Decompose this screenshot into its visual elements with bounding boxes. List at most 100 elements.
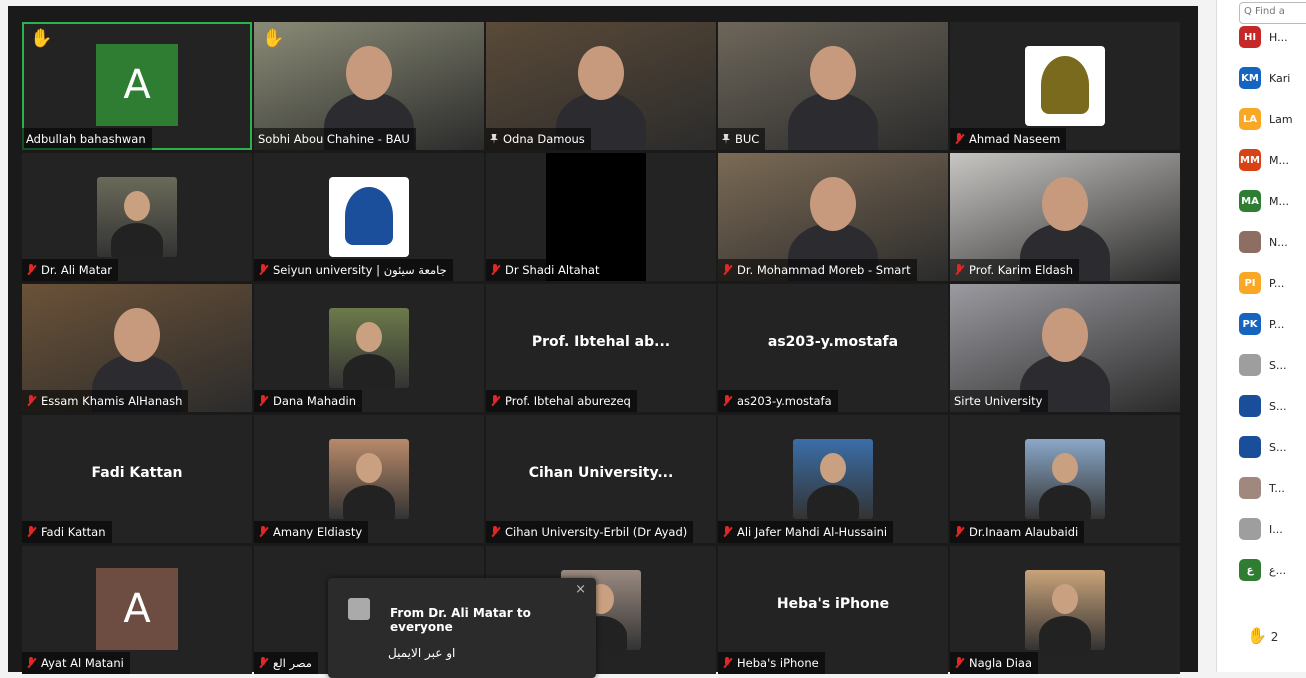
close-icon[interactable]: × xyxy=(575,582,586,597)
participants-panel: Q Find a HI H... KM Kari LA Lam MM M... MA M... N.… xyxy=(1216,0,1306,672)
participant-name: BUC xyxy=(735,132,760,146)
participant-badge xyxy=(1239,354,1261,376)
person-head xyxy=(810,46,856,100)
participant-photo xyxy=(329,439,409,519)
organization-logo xyxy=(1025,46,1105,126)
participant-tile[interactable]: A Ayat Al Matani xyxy=(22,546,252,674)
participant-name-label: Dr.Inaam Alaubaidi xyxy=(950,521,1085,543)
participant-display-name: Cihan University... xyxy=(528,465,674,481)
participant-badge: HI xyxy=(1239,26,1261,48)
organization-logo xyxy=(329,177,409,257)
participant-name: Dr. Mohammad Moreb - Smart xyxy=(737,263,911,277)
participant-tile[interactable]: Cihan University... Cihan University-Erbi… xyxy=(486,415,716,543)
participant-list-item[interactable]: KM Kari xyxy=(1239,67,1290,89)
participant-badge: LA xyxy=(1239,108,1261,130)
search-input[interactable]: Q Find a xyxy=(1239,2,1306,24)
participant-name: Ayat Al Matani xyxy=(41,656,124,670)
participant-list-item[interactable]: S... xyxy=(1239,436,1286,458)
participant-tile[interactable]: Odna Damous xyxy=(486,22,716,150)
participant-avatar: A xyxy=(96,44,178,126)
participant-list-item[interactable]: S... xyxy=(1239,354,1286,376)
participant-name-label: Heba's iPhone xyxy=(718,652,825,674)
participant-name-label: Prof. Ibtehal aburezeq xyxy=(486,390,637,412)
participant-tile[interactable]: Heba's iPhone Heba's iPhone xyxy=(718,546,948,674)
participant-name: Adbullah bahashwan xyxy=(26,132,146,146)
participant-name-label: as203-y.mostafa xyxy=(718,390,838,412)
participant-tile[interactable]: as203-y.mostafa as203-y.mostafa xyxy=(718,284,948,412)
participant-name-label: Dana Mahadin xyxy=(254,390,362,412)
raised-hands-count: 2 xyxy=(1270,630,1279,644)
participant-name: Heba's iPhone xyxy=(737,656,819,670)
participant-tile[interactable]: Sirte University xyxy=(950,284,1180,412)
participant-tile[interactable]: Ali Jafer Mahdi Al-Hussaini xyxy=(718,415,948,543)
participant-tile[interactable]: Dana Mahadin xyxy=(254,284,484,412)
participant-list-name: ع... xyxy=(1269,563,1287,577)
participant-photo xyxy=(97,177,177,257)
participant-list-item[interactable]: LA Lam xyxy=(1239,108,1293,130)
participant-list-item[interactable]: MM M... xyxy=(1239,149,1289,171)
pin-icon xyxy=(490,134,498,144)
participant-tile[interactable]: Amany Eldiasty xyxy=(254,415,484,543)
participant-list-name: S... xyxy=(1269,358,1287,372)
mic-muted-icon xyxy=(490,526,500,538)
participant-name-label: BUC xyxy=(718,128,766,150)
participant-list-item[interactable]: MA M... xyxy=(1239,190,1289,212)
participant-badge xyxy=(1239,518,1261,540)
participant-list-name: M... xyxy=(1269,194,1289,208)
participant-list-item[interactable]: ع ع... xyxy=(1239,559,1286,581)
participant-tile[interactable]: Dr. Ali Matar xyxy=(22,153,252,281)
participant-list-name: N... xyxy=(1269,235,1288,249)
sender-avatar xyxy=(348,598,370,620)
participant-tile[interactable]: Seiyun university | جامعة سيئون xyxy=(254,153,484,281)
participant-display-name: Heba's iPhone xyxy=(776,596,890,612)
participant-badge: ع xyxy=(1239,559,1261,581)
raise-hand-icon: ✋ xyxy=(262,28,285,49)
participant-tile[interactable]: Dr Shadi Altahat xyxy=(486,153,716,281)
participant-list-item[interactable]: N... xyxy=(1239,231,1288,253)
participant-badge: PI xyxy=(1239,272,1261,294)
participant-badge: PK xyxy=(1239,313,1261,335)
participant-badge xyxy=(1239,395,1261,417)
participant-list-item[interactable]: PI P... xyxy=(1239,272,1284,294)
participant-tile[interactable]: Prof. Karim Eldash xyxy=(950,153,1180,281)
participant-tile[interactable]: Nagla Diaa xyxy=(950,546,1180,674)
mic-muted-icon xyxy=(954,264,964,276)
participant-tile[interactable]: BUC xyxy=(718,22,948,150)
participant-name-label: Odna Damous xyxy=(486,128,591,150)
participant-tile[interactable]: Ahmad Naseem xyxy=(950,22,1180,150)
participant-name-label: مصر الع xyxy=(254,652,318,674)
participant-name: Seiyun university | جامعة سيئون xyxy=(273,263,447,277)
participant-list-item[interactable]: HI H... xyxy=(1239,26,1288,48)
person-head xyxy=(810,177,856,231)
participant-tile[interactable]: A ✋ Adbullah bahashwan xyxy=(22,22,252,150)
participant-tile[interactable]: Dr.Inaam Alaubaidi xyxy=(950,415,1180,543)
mic-muted-icon xyxy=(722,657,732,669)
mic-muted-icon xyxy=(258,395,268,407)
meeting-gallery-view: A ✋ Adbullah bahashwan ✋ Sobhi Abou Chahine … xyxy=(8,6,1198,678)
participant-name: Essam Khamis AlHanash xyxy=(41,394,183,408)
participant-list-item[interactable]: T... xyxy=(1239,477,1285,499)
chat-notification[interactable]: From Dr. Ali Matar to everyone او عبر ال… xyxy=(328,578,596,678)
participant-name: Cihan University-Erbil (Dr Ayad) xyxy=(505,525,688,539)
participant-list-name: H... xyxy=(1269,30,1288,44)
participant-tile[interactable]: ✋ Sobhi Abou Chahine - BAU xyxy=(254,22,484,150)
participant-list-item[interactable]: S... xyxy=(1239,395,1286,417)
participant-list-item[interactable]: I... xyxy=(1239,518,1283,540)
participant-list-name: I... xyxy=(1269,522,1283,536)
participant-name-label: Essam Khamis AlHanash xyxy=(22,390,189,412)
participant-badge xyxy=(1239,231,1261,253)
participant-tile[interactable]: Dr. Mohammad Moreb - Smart xyxy=(718,153,948,281)
participant-name-label: Nagla Diaa xyxy=(950,652,1038,674)
participant-name-label: Ali Jafer Mahdi Al-Hussaini xyxy=(718,521,894,543)
participant-name-label: Prof. Karim Eldash xyxy=(950,259,1080,281)
mic-muted-icon xyxy=(258,657,268,669)
mic-muted-icon xyxy=(26,526,36,538)
mic-muted-icon xyxy=(722,264,732,276)
participant-name: Dana Mahadin xyxy=(273,394,356,408)
participant-tile[interactable]: Essam Khamis AlHanash xyxy=(22,284,252,412)
participant-list-item[interactable]: PK P... xyxy=(1239,313,1284,335)
person-head xyxy=(1042,308,1088,362)
participant-tile[interactable]: Fadi Kattan Fadi Kattan xyxy=(22,415,252,543)
participant-name: Amany Eldiasty xyxy=(273,525,363,539)
participant-tile[interactable]: Prof. Ibtehal ab... Prof. Ibtehal abureze… xyxy=(486,284,716,412)
